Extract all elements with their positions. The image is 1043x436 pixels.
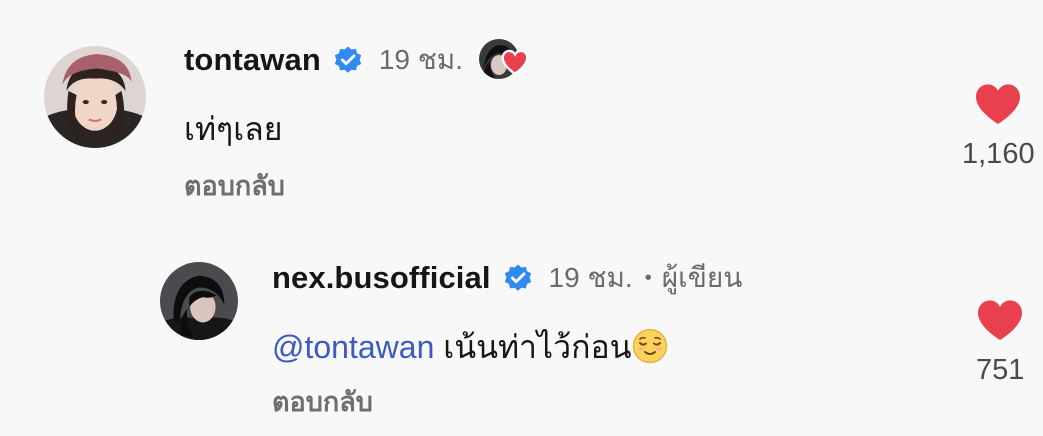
like-control: 751 [976, 298, 1024, 387]
comment-text: เท่ๆเลย [184, 111, 283, 147]
avatar-nex-busofficial[interactable] [160, 262, 238, 340]
avatar-tontawan[interactable] [44, 46, 146, 148]
relieved-face-emoji-icon [632, 328, 668, 364]
separator-dot: • [644, 266, 652, 289]
comment-text: @tontawan เน้นท่าไว้ก่อน [272, 322, 668, 373]
like-control: 1,160 [962, 82, 1035, 171]
username[interactable]: tontawan [184, 42, 321, 78]
like-count: 1,160 [962, 138, 1035, 170]
comment-body: เน้นท่าไว้ก่อน [443, 329, 632, 365]
timestamp: 19 ชม. [378, 44, 464, 75]
like-count: 751 [976, 354, 1025, 386]
verified-badge-icon [333, 45, 363, 75]
comment-header: tontawan 19 ชม. [184, 38, 529, 82]
heart-icon[interactable] [976, 298, 1024, 342]
reply-button[interactable]: ตอบกลับ [272, 380, 373, 423]
heart-icon [501, 49, 529, 75]
comment-header: nex.busofficial 19 ชม. • ผู้เขียน [272, 256, 742, 300]
mention-link[interactable]: @tontawan [272, 329, 434, 365]
author-tag: ผู้เขียน [661, 262, 743, 293]
reply-button[interactable]: ตอบกลับ [184, 164, 285, 207]
username[interactable]: nex.busofficial [272, 260, 491, 296]
timestamp: 19 ชม. [548, 262, 633, 293]
verified-badge-icon [503, 263, 533, 293]
heart-icon[interactable] [974, 82, 1022, 126]
comments-section: tontawan 19 ชม. เท่ๆเลย ตอบกลับ 1,160 ne… [0, 0, 1043, 436]
liked-by-author-indicator [479, 39, 529, 81]
